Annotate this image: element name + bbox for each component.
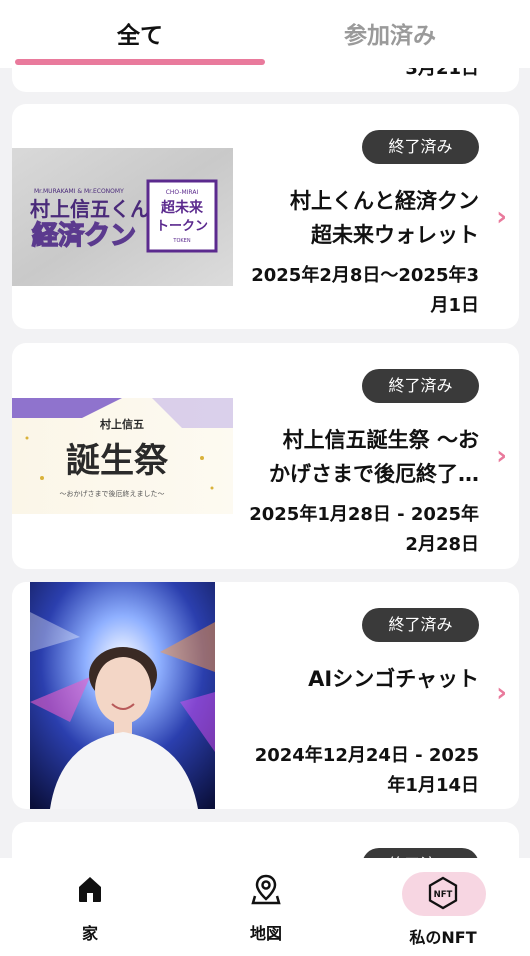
svg-text:村上信五くん: 村上信五くん bbox=[30, 197, 150, 221]
status-badge: 終了済み bbox=[362, 608, 479, 642]
tab-bar: 全て 参加済み bbox=[0, 0, 530, 68]
nav-my-nft-label: 私のNFT bbox=[409, 928, 477, 947]
active-tab-indicator bbox=[15, 59, 265, 65]
status-badge: 終了済み bbox=[362, 369, 479, 403]
svg-text:誕生祭: 誕生祭 bbox=[66, 441, 169, 481]
svg-text:TOKEN: TOKEN bbox=[172, 238, 190, 244]
status-badge: 終了済み bbox=[362, 130, 479, 164]
tab-joined[interactable]: 参加済み bbox=[265, 16, 515, 50]
svg-text:NFT: NFT bbox=[434, 890, 453, 900]
event-date-line: 2025年2月8日〜2025年3 bbox=[251, 265, 479, 286]
event-date-line: 2025年1月28日 - 2025年 bbox=[249, 504, 479, 525]
event-thumbnail: 村上信五 誕生祭 〜おかげさまで後厄終えました〜 bbox=[12, 398, 233, 514]
event-title-line: かげさまで後厄終了… bbox=[269, 462, 479, 486]
bottom-navigation: 家 地図 NFT 私のNFT bbox=[0, 858, 530, 956]
map-pin-icon bbox=[251, 874, 281, 905]
event-date-line: 2月28日 bbox=[405, 534, 479, 555]
chevron-right-icon[interactable]: › bbox=[496, 202, 507, 232]
event-card[interactable]: 村上信五 誕生祭 〜おかげさまで後厄終えました〜 終了済み 村上信五誕生祭 〜お… bbox=[12, 343, 519, 569]
nft-hexagon-icon: NFT bbox=[428, 876, 458, 910]
event-date-line: 年1月14日 bbox=[387, 775, 479, 796]
svg-text:超未来: 超未来 bbox=[160, 199, 204, 216]
event-title-line: 村上くんと経済クン bbox=[290, 189, 479, 213]
tab-all[interactable]: 全て bbox=[15, 16, 265, 50]
chevron-right-icon[interactable]: › bbox=[496, 441, 507, 471]
event-feed[interactable]: 3月21日 Mr.MURAKAMI & Mr.ECONOMY 村上信五くん 経済… bbox=[0, 0, 530, 956]
event-date-line: 月1日 bbox=[430, 295, 479, 316]
nav-map[interactable]: 地図 bbox=[206, 872, 326, 944]
event-date-line: 2024年12月24日 - 2025 bbox=[254, 745, 479, 766]
svg-text:村上信五: 村上信五 bbox=[100, 417, 144, 431]
event-thumbnail: Mr.MURAKAMI & Mr.ECONOMY 村上信五くん 経済クン CHO… bbox=[12, 148, 233, 286]
nav-home[interactable]: 家 bbox=[30, 872, 150, 944]
event-title-line: 村上信五誕生祭 〜お bbox=[282, 428, 479, 452]
chevron-right-icon[interactable]: › bbox=[496, 678, 507, 708]
svg-text:経済クン: 経済クン bbox=[32, 220, 136, 251]
nav-my-nft[interactable]: NFT 私のNFT bbox=[383, 872, 503, 948]
event-card[interactable]: 終了済み AIシンゴチャット 2024年12月24日 - 2025 年1月14日… bbox=[12, 582, 519, 809]
event-thumbnail bbox=[30, 582, 215, 809]
svg-text:CHO-MIRAI: CHO-MIRAI bbox=[166, 189, 199, 196]
home-icon bbox=[79, 877, 101, 902]
svg-text:〜おかげさまで後厄終えました〜: 〜おかげさまで後厄終えました〜 bbox=[60, 489, 165, 498]
nav-home-label: 家 bbox=[81, 924, 98, 943]
event-card[interactable]: Mr.MURAKAMI & Mr.ECONOMY 村上信五くん 経済クン CHO… bbox=[12, 104, 519, 329]
nav-map-label: 地図 bbox=[249, 924, 282, 943]
event-title: AIシンゴチャット bbox=[308, 667, 479, 691]
svg-text:トークン: トークン bbox=[156, 219, 208, 234]
svg-text:Mr.MURAKAMI & Mr.ECONOMY: Mr.MURAKAMI & Mr.ECONOMY bbox=[34, 188, 124, 195]
event-title-line: 超未来ウォレット bbox=[311, 223, 479, 247]
